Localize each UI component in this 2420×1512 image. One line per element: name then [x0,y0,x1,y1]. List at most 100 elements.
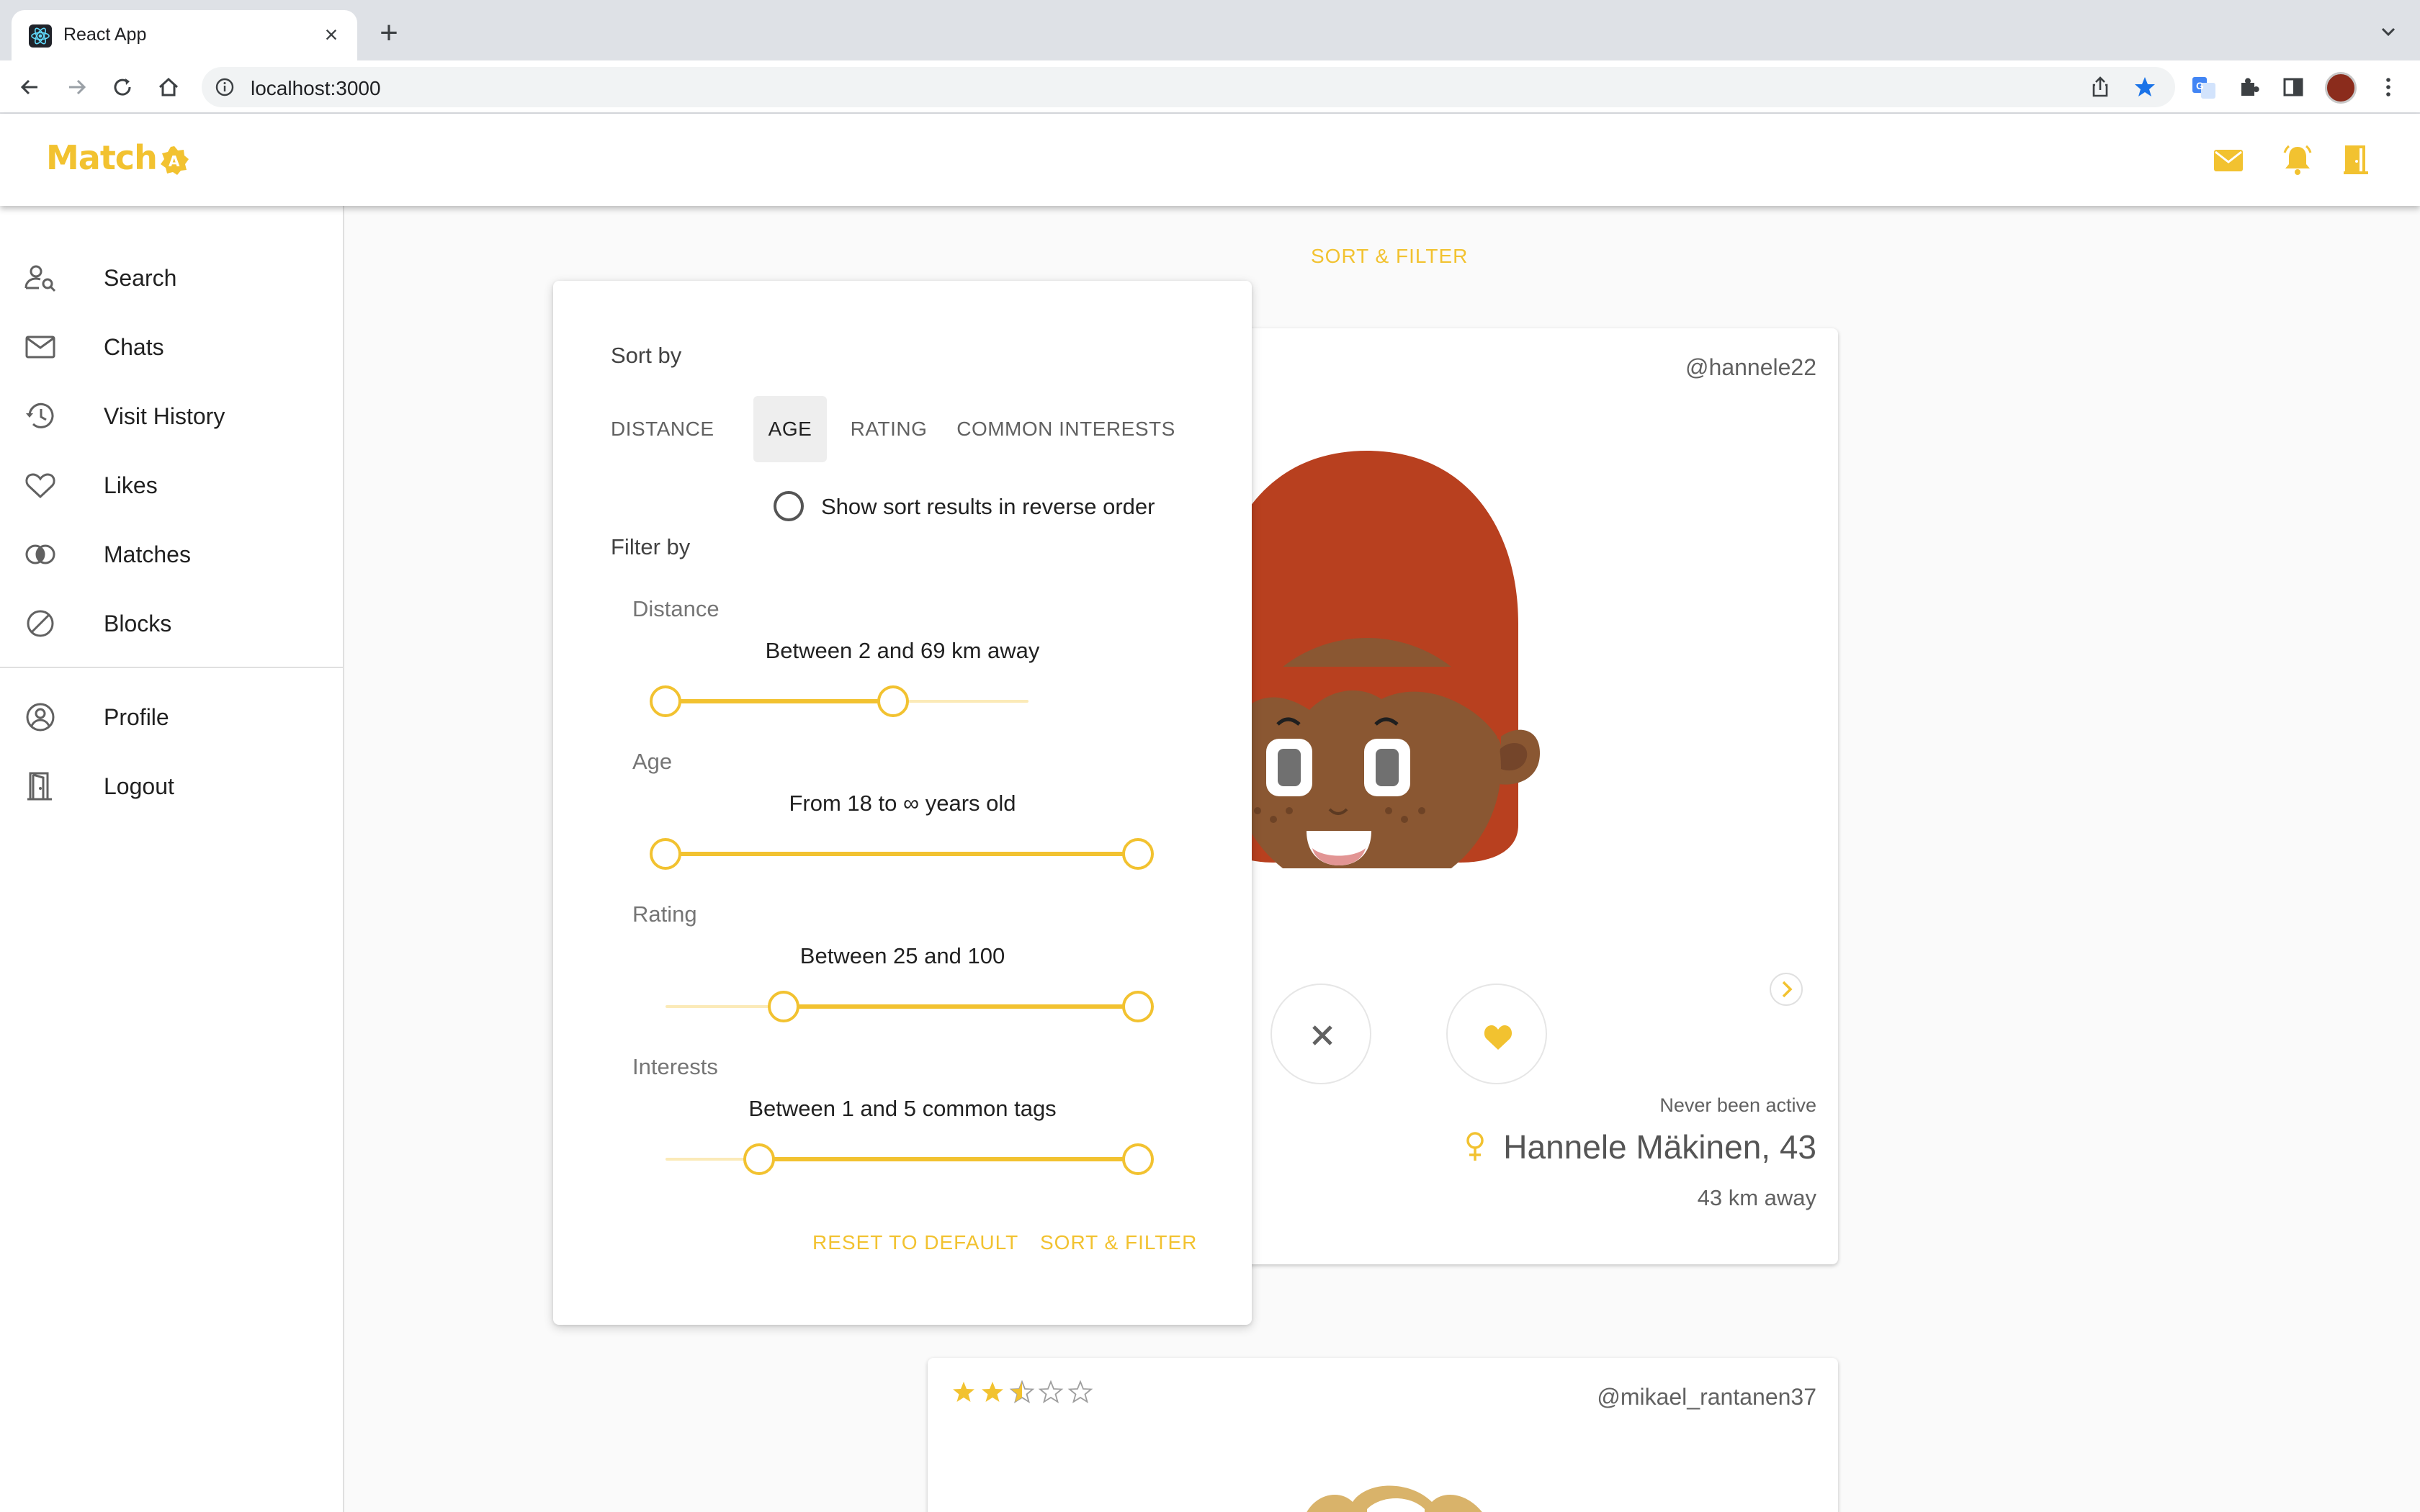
address-bar[interactable]: localhost:3000 [202,67,2175,107]
url-text: localhost:3000 [251,77,381,99]
interests-range-slider[interactable] [666,1140,1154,1178]
nav-item-label: Likes [104,472,158,498]
slider-thumb-min[interactable] [650,838,681,870]
translate-icon[interactable]: G [2190,73,2218,102]
dislike-button[interactable] [1270,984,1371,1084]
heart-icon [1484,1025,1512,1050]
sort-filter-panel: Sort by DISTANCE AGE RATING COMMON INTER… [553,281,1252,1325]
slider-track [759,1157,1138,1161]
app-logo[interactable]: Match A [46,138,190,177]
forward-arrow-icon[interactable] [62,73,91,102]
matches-icon [23,537,58,572]
age-range-slider[interactable] [650,835,1154,873]
tab-sort-common-interests[interactable]: COMMON INTERESTS [951,396,1181,462]
site-info-icon[interactable] [215,77,235,97]
tab-sort-distance[interactable]: DISTANCE [611,396,714,462]
slider-thumb-max[interactable] [1122,991,1154,1022]
filter-value-interests: Between 1 and 5 common tags [748,1096,1057,1121]
drawer-divider [0,667,343,668]
reload-icon[interactable] [108,73,137,102]
next-photo-chevron-icon[interactable] [1766,969,1806,1009]
like-button[interactable] [1446,984,1547,1084]
sort-by-heading: Sort by [611,343,682,368]
react-favicon-icon [29,24,52,48]
nav-item-label: Matches [104,541,191,567]
svg-text:A: A [169,153,180,170]
new-tab-button[interactable]: + [372,16,406,50]
apply-sort-filter-button[interactable]: SORT & FILTER [1040,1231,1197,1254]
nav-item-label: Logout [104,773,174,799]
tab-sort-rating[interactable]: RATING [841,396,936,462]
account-circle-icon [23,700,58,734]
back-arrow-icon[interactable] [16,73,45,102]
slider-thumb-min[interactable] [768,991,799,1022]
filter-label-interests: Interests [632,1054,718,1079]
sort-filter-toggle-button[interactable]: SORT & FILTER [1311,245,1468,268]
nav-item-logout[interactable]: Logout [0,752,343,821]
share-icon[interactable] [2086,73,2115,102]
nav-item-likes[interactable]: Likes [0,451,343,520]
nav-item-search[interactable]: Search [0,243,343,312]
slider-thumb-max[interactable] [877,685,909,717]
rating-stars [951,1380,1093,1408]
slider-thumb-min[interactable] [650,685,681,717]
close-icon [1312,1025,1332,1045]
slider-thumb-max[interactable] [1122,1143,1154,1175]
filter-label-rating: Rating [632,901,697,927]
mail-icon[interactable] [2211,143,2246,177]
profile-avatar [1288,1480,1504,1512]
last-active-status: Never been active [1659,1094,1816,1116]
tab-title: React App [63,24,147,45]
home-icon[interactable] [154,73,183,102]
door-icon [23,769,58,804]
tab-close-icon[interactable]: × [317,20,346,49]
nav-item-label: Search [104,265,177,291]
browser-menu-icon[interactable] [2374,73,2403,102]
mail-icon [23,330,58,364]
svg-text:G: G [2196,80,2204,91]
profile-distance: 43 km away [1697,1185,1816,1210]
reset-to-default-button[interactable]: RESET TO DEFAULT [812,1231,1018,1254]
tab-sort-age[interactable]: AGE [753,396,827,462]
filter-value-distance: Between 2 and 69 km away [765,638,1040,663]
tab-label: RATING [850,418,928,440]
filter-value-age: From 18 to ∞ years old [789,791,1016,816]
nav-item-matches[interactable]: Matches [0,520,343,589]
browser-profile-avatar[interactable] [2325,72,2357,104]
nav-item-chats[interactable]: Chats [0,312,343,382]
nav-item-visit-history[interactable]: Visit History [0,382,343,451]
app-logo-text: Match [46,138,158,177]
tab-search-chevron-icon[interactable] [2374,17,2403,46]
profile-username: @mikael_rantanen37 [1597,1384,1816,1410]
nav-item-profile[interactable]: Profile [0,683,343,752]
bookmark-star-icon[interactable] [2130,73,2159,102]
star-filled-icon [953,1382,974,1402]
star-half-icon [1009,1380,1035,1404]
slider-thumb-max[interactable] [1122,838,1154,870]
slider-track [666,699,895,703]
slider-thumb-min[interactable] [743,1143,775,1175]
app-bar: Match A [0,114,2420,206]
side-panel-icon[interactable] [2279,73,2308,102]
extensions-puzzle-icon[interactable] [2234,73,2263,102]
filter-by-heading: Filter by [611,534,691,559]
navigation-drawer: Search Chats Visit History Likes Matches… [0,206,344,1512]
profile-card[interactable]: @mikael_rantanen37 [928,1358,1838,1512]
nav-item-label: Blocks [104,611,172,636]
nav-item-label: Visit History [104,403,225,429]
browser-tab[interactable]: React App × [12,10,357,60]
user-search-icon [23,261,58,295]
distance-range-slider[interactable] [650,683,1028,720]
bell-icon[interactable] [2280,143,2315,177]
rating-range-slider[interactable] [666,988,1154,1025]
nav-item-label: Profile [104,704,169,730]
reverse-order-radio[interactable] [774,491,804,521]
star-empty-icon [1067,1380,1093,1404]
door-icon[interactable] [2339,143,2374,177]
filter-value-rating: Between 25 and 100 [799,943,1005,968]
nav-item-blocks[interactable]: Blocks [0,589,343,658]
browser-toolbar: localhost:3000 G [0,60,2420,114]
block-icon [23,606,58,641]
profile-name-age: Hannele Mäkinen, 43 [1503,1128,1816,1166]
reverse-order-label: Show sort results in reverse order [821,494,1155,519]
